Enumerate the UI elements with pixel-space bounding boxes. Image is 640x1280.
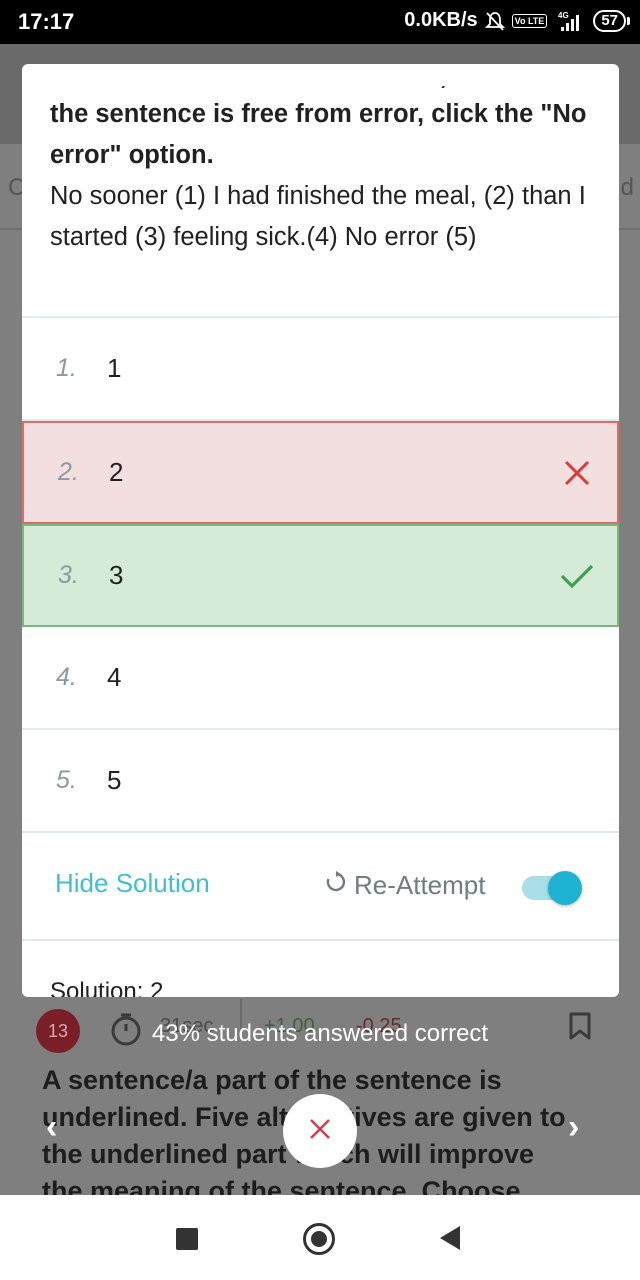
- solution-label: Solution: 2: [50, 978, 164, 997]
- battery-level: 57: [601, 11, 618, 29]
- question-content: If the sentence is free from error, clic…: [22, 64, 619, 258]
- toast-message: 43% students answered correct: [151, 1020, 489, 1047]
- status-bar: 17:17 0.0KB/s Vo LTE 4G 57: [0, 0, 640, 44]
- status-time: 17:17: [18, 9, 75, 34]
- option-number: 1.: [56, 354, 77, 382]
- solution-dialog: If the sentence is free from error, clic…: [22, 64, 619, 997]
- option-3[interactable]: 3. 3: [22, 524, 619, 627]
- close-button[interactable]: [283, 1094, 357, 1168]
- home-button[interactable]: [303, 1223, 335, 1255]
- status-icons: 0.0KB/s Vo LTE 4G 57: [404, 9, 630, 32]
- navigation-bar: [0, 1195, 640, 1280]
- question-cut-line: If the sentence is free from error, clic…: [50, 86, 591, 94]
- option-number: 4.: [56, 663, 77, 691]
- next-question-button[interactable]: ›: [568, 1108, 579, 1147]
- question-instruction: the sentence is free from error, click t…: [50, 100, 587, 169]
- option-number: 5.: [56, 766, 77, 794]
- solution-actions: Hide Solution Re-Attempt: [22, 834, 619, 941]
- reattempt-label: Re-Attempt: [354, 870, 486, 900]
- network-speed: 0.0KB/s: [404, 9, 478, 31]
- check-icon: [537, 563, 617, 589]
- option-4[interactable]: 4. 4: [22, 627, 619, 730]
- option-number: 3.: [58, 561, 79, 589]
- option-value: 2: [109, 457, 124, 487]
- option-value: 1: [107, 353, 122, 383]
- hide-solution-button[interactable]: Hide Solution: [55, 868, 210, 899]
- option-5[interactable]: 5. 5: [22, 730, 619, 833]
- battery-icon: 57: [593, 9, 630, 32]
- recents-button[interactable]: [176, 1228, 198, 1250]
- cross-icon: [537, 459, 617, 487]
- reattempt-button[interactable]: Re-Attempt: [324, 870, 486, 901]
- refresh-icon: [324, 870, 348, 901]
- signal-icon: 4G: [553, 10, 587, 32]
- background-edge-text-right: d: [620, 174, 634, 201]
- question-body: No sooner (1) I had finished the meal, (…: [50, 182, 586, 251]
- option-value: 5: [107, 765, 122, 795]
- option-number: 2.: [58, 458, 79, 486]
- back-button[interactable]: [440, 1226, 460, 1250]
- network-type: 4G: [558, 11, 569, 20]
- option-1[interactable]: 1. 1: [22, 318, 619, 421]
- toggle-thumb: [548, 871, 582, 905]
- option-value: 4: [107, 662, 122, 692]
- reattempt-toggle[interactable]: [522, 871, 582, 905]
- close-icon: [308, 1117, 332, 1146]
- option-value: 3: [109, 560, 124, 590]
- option-2[interactable]: 2. 2: [22, 421, 619, 524]
- mute-icon: [484, 10, 506, 32]
- volte-icon: Vo LTE: [511, 13, 548, 28]
- previous-question-button[interactable]: ‹: [46, 1108, 57, 1147]
